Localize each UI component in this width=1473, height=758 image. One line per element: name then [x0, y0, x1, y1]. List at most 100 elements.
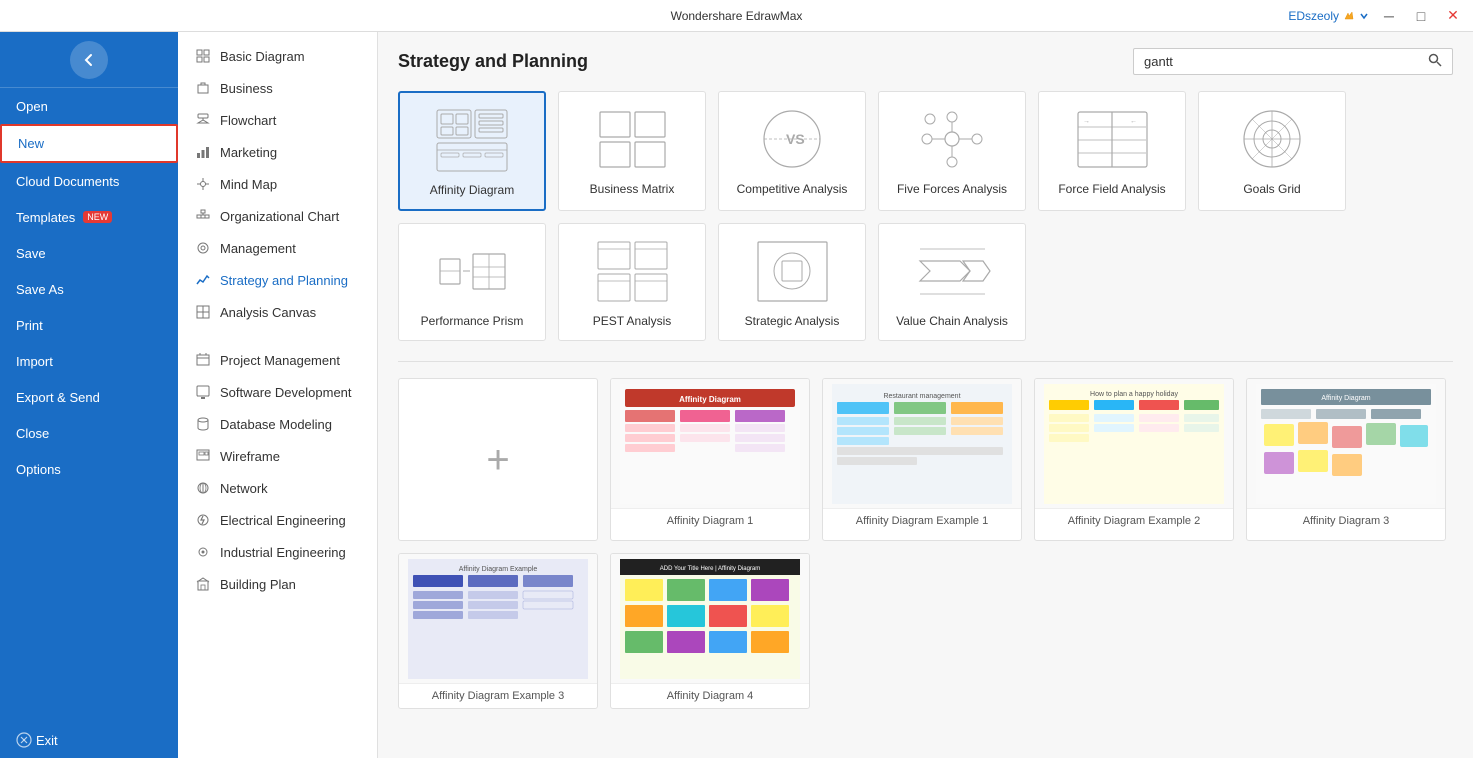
performance-prism-icon: [432, 236, 512, 306]
five-forces-label: Five Forces Analysis: [897, 182, 1007, 196]
crown-icon: [1343, 10, 1355, 22]
sidebar-item-options[interactable]: Options: [0, 451, 178, 487]
maximize-button[interactable]: □: [1409, 4, 1433, 28]
strategic-icon: [752, 236, 832, 306]
affinity-diagram-icon: [432, 105, 512, 175]
svg-text:→: →: [1083, 118, 1090, 125]
sidebar-item-open[interactable]: Open: [0, 88, 178, 124]
cat-org[interactable]: Organizational Chart: [178, 200, 377, 232]
diagram-card-competitive[interactable]: VS Competitive Analysis: [718, 91, 866, 211]
cat-software[interactable]: Software Development: [178, 376, 377, 408]
diagram-card-value-chain[interactable]: Value Chain Analysis: [878, 223, 1026, 341]
template-affinity-ex2[interactable]: How to plan a happy holiday: [1034, 378, 1234, 541]
sidebar-back[interactable]: [0, 32, 178, 88]
svg-text:How to plan a happy holiday: How to plan a happy holiday: [1090, 391, 1178, 398]
analysis-icon: [194, 303, 212, 321]
cloud-label: Cloud Documents: [16, 174, 119, 189]
basic-diagram-icon: [194, 47, 212, 65]
new-label: New: [18, 136, 44, 151]
diagram-card-performance-prism[interactable]: Performance Prism: [398, 223, 546, 341]
sidebar-item-export[interactable]: Export & Send: [0, 379, 178, 415]
network-icon: [194, 479, 212, 497]
diagram-type-grid: Affinity Diagram Business Matrix: [398, 91, 1453, 341]
options-label: Options: [16, 462, 61, 477]
sidebar-item-exit[interactable]: Exit: [0, 722, 178, 758]
sidebar-item-import[interactable]: Import: [0, 343, 178, 379]
template-affinity-ex1-label: Affinity Diagram Example 1: [823, 509, 1021, 533]
sidebar-item-templates[interactable]: Templates NEW: [0, 199, 178, 235]
sidebar-item-print[interactable]: Print: [0, 307, 178, 343]
export-label: Export & Send: [16, 390, 100, 405]
back-button[interactable]: [70, 41, 108, 79]
cat-management[interactable]: Management: [178, 232, 377, 264]
goals-grid-icon: [1232, 104, 1312, 174]
electrical-icon: [194, 511, 212, 529]
cat-analysis[interactable]: Analysis Canvas: [178, 296, 377, 328]
search-box[interactable]: [1133, 48, 1453, 75]
template-affinity3-thumb: Affinity Diagram: [1247, 379, 1445, 509]
strategic-label: Strategic Analysis: [745, 314, 840, 328]
template-affinity4-thumb: ADD Your Title Here | Affinity Diagram A…: [611, 554, 809, 684]
template-affinity1[interactable]: Affinity Diagram: [610, 378, 810, 541]
value-chain-icon: [912, 236, 992, 306]
diagram-card-goals-grid[interactable]: Goals Grid: [1198, 91, 1346, 211]
template-affinity-ex3[interactable]: Affinity Diagram Example: [398, 553, 598, 709]
cat-database[interactable]: Database Modeling: [178, 408, 377, 440]
business-matrix-label: Business Matrix: [590, 182, 675, 196]
templates-label: Templates: [16, 210, 75, 225]
template-affinity-ex1[interactable]: Restaurant management: [822, 378, 1022, 541]
template-affinity4[interactable]: ADD Your Title Here | Affinity Diagram A…: [610, 553, 810, 709]
competitive-icon: VS: [752, 104, 832, 174]
sidebar-item-cloud[interactable]: Cloud Documents: [0, 163, 178, 199]
building-icon: [194, 575, 212, 593]
svg-text:←: ←: [1130, 118, 1137, 125]
sidebar-item-new[interactable]: New: [0, 124, 178, 163]
cat-electrical[interactable]: Electrical Engineering: [178, 504, 377, 536]
cat-industrial[interactable]: Industrial Engineering: [178, 536, 377, 568]
sidebar-item-close[interactable]: Close: [0, 415, 178, 451]
diagram-card-force-field[interactable]: → ← Force Field Analysis: [1038, 91, 1186, 211]
cat-wireframe[interactable]: Wireframe: [178, 440, 377, 472]
template-affinity-ex1-thumb: Restaurant management: [823, 379, 1021, 509]
svg-text:Affinity Diagram Example: Affinity Diagram Example: [459, 566, 538, 573]
search-input[interactable]: [1144, 54, 1422, 69]
flowchart-icon: [194, 111, 212, 129]
exit-label: Exit: [36, 733, 58, 748]
diagram-card-business-matrix[interactable]: Business Matrix: [558, 91, 706, 211]
template-new-blank[interactable]: +: [398, 378, 598, 541]
search-icon[interactable]: [1428, 53, 1442, 70]
cat-marketing[interactable]: Marketing: [178, 136, 377, 168]
competitive-label: Competitive Analysis: [737, 182, 848, 196]
cat-strategy[interactable]: Strategy and Planning: [178, 264, 377, 296]
diagram-card-affinity[interactable]: Affinity Diagram: [398, 91, 546, 211]
cat-basic[interactable]: Basic Diagram: [178, 40, 377, 72]
app-title: Wondershare EdrawMax: [671, 9, 803, 23]
cat-business[interactable]: Business: [178, 72, 377, 104]
database-icon: [194, 415, 212, 433]
minimize-button[interactable]: ─: [1377, 4, 1401, 28]
diagram-card-strategic[interactable]: Strategic Analysis: [718, 223, 866, 341]
wireframe-icon: [194, 447, 212, 465]
title-bar: Wondershare EdrawMax EDszeoly ─ □ ✕: [0, 0, 1473, 32]
cat-network[interactable]: Network: [178, 472, 377, 504]
cat-project[interactable]: Project Management: [178, 344, 377, 376]
sidebar-item-save[interactable]: Save: [0, 235, 178, 271]
template-affinity-ex3-label: Affinity Diagram Example 3: [399, 684, 597, 708]
diagram-card-five-forces[interactable]: Five Forces Analysis: [878, 91, 1026, 211]
diagram-card-pest[interactable]: PEST Analysis: [558, 223, 706, 341]
sidebar-item-save-as[interactable]: Save As: [0, 271, 178, 307]
page-title: Strategy and Planning: [398, 51, 588, 72]
cat-flowchart[interactable]: Flowchart: [178, 104, 377, 136]
template-affinity3[interactable]: Affinity Diagram: [1246, 378, 1446, 541]
performance-prism-label: Performance Prism: [421, 314, 524, 328]
cat-mindmap[interactable]: Mind Map: [178, 168, 377, 200]
cat-building[interactable]: Building Plan: [178, 568, 377, 600]
open-label: Open: [16, 99, 48, 114]
template-affinity4-label: Affinity Diagram 4: [611, 684, 809, 708]
template-affinity1-thumb: Affinity Diagram: [611, 379, 809, 509]
close-button[interactable]: ✕: [1441, 4, 1465, 28]
user-menu[interactable]: EDszeoly: [1288, 9, 1369, 23]
svg-text:Affinity Diagram: Affinity Diagram: [1321, 395, 1370, 402]
main-panel: Strategy and Planning: [378, 32, 1473, 758]
project-icon: [194, 351, 212, 369]
